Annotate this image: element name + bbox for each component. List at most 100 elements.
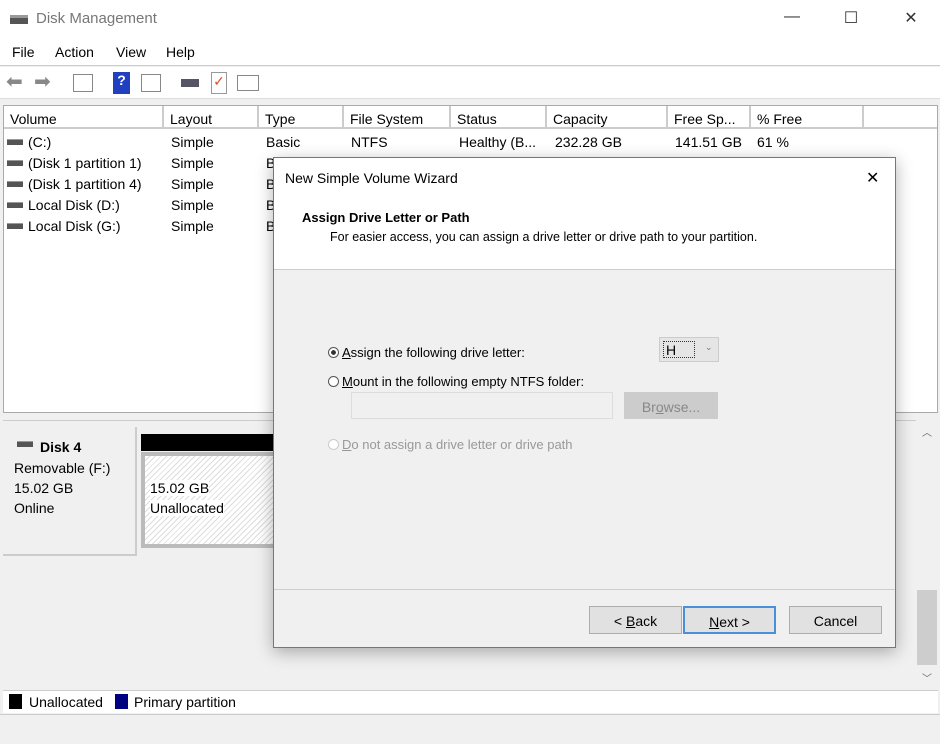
legend-primary-label: Primary partition: [134, 694, 236, 710]
check-icon[interactable]: ✓: [211, 72, 227, 94]
cell-volume: (C:): [28, 134, 52, 150]
next-button[interactable]: Next >: [683, 606, 776, 634]
cell-free: 141.51 GB: [675, 134, 742, 150]
drive-icon: [7, 160, 23, 166]
disk-kind: Removable (F:): [14, 460, 111, 476]
cell-pct: 61 %: [757, 134, 789, 150]
maximize-button[interactable]: ☐: [836, 8, 866, 28]
cell-type: Basic: [266, 134, 301, 150]
cell-layout: Simple: [171, 176, 214, 192]
table-row[interactable]: (C:) Simple Basic NTFS Healthy (B... 232.28 G…: [4, 133, 934, 154]
title-bar: Disk Management — ☐ ✕: [0, 0, 940, 38]
back-button[interactable]: < Back: [589, 606, 682, 634]
unallocated-partition[interactable]: 15.02 GB Unallocated: [141, 452, 281, 548]
column-percent-free[interactable]: % Free: [751, 106, 864, 129]
menu-file[interactable]: File: [12, 44, 35, 60]
properties-list-icon[interactable]: [237, 75, 259, 91]
column-type[interactable]: Type: [259, 106, 344, 129]
unallocated-bar: [141, 434, 281, 451]
back-pre: <: [613, 613, 626, 629]
wizard-subheading: For easier access, you can assign a driv…: [330, 230, 758, 244]
wizard-header: New Simple Volume Wizard ✕ Assign Drive …: [274, 158, 895, 270]
column-empty: [864, 106, 937, 129]
option-label-post: ssign the following drive letter:: [350, 345, 525, 360]
drive-icon: [7, 181, 23, 187]
browse-post: wse...: [663, 399, 701, 415]
column-free-space[interactable]: Free Sp...: [668, 106, 751, 129]
disk-size: 15.02 GB: [14, 480, 74, 496]
column-capacity[interactable]: Capacity: [547, 106, 668, 129]
dialog-title: New Simple Volume Wizard: [285, 170, 458, 186]
wizard-heading: Assign Drive Letter or Path: [302, 210, 470, 225]
option-2[interactable]: Do not assign a drive letter or drive pa…: [328, 437, 573, 452]
radio-button[interactable]: [328, 439, 339, 450]
option-label-ul: M: [342, 374, 353, 389]
disk-icon: [17, 441, 33, 447]
legend-primary-swatch: [115, 694, 128, 709]
option-label-ul: D: [342, 437, 352, 452]
status-bar: [0, 714, 940, 744]
menu-bar: File Action View Help: [0, 38, 940, 66]
scrollbar-thumb[interactable]: [917, 590, 937, 665]
column-volume[interactable]: Volume: [4, 106, 164, 129]
browse-mnemonic: o: [655, 399, 664, 415]
cell-layout: Simple: [171, 155, 214, 171]
new-simple-volume-wizard: New Simple Volume Wizard ✕ Assign Drive …: [273, 157, 896, 648]
minimize-button[interactable]: —: [777, 8, 807, 26]
drive-letter-value: H: [663, 341, 695, 358]
option-0[interactable]: Assign the following drive letter:: [328, 345, 525, 360]
browse-button[interactable]: Browse...: [624, 392, 718, 419]
option-label-post: ount in the following empty NTFS folder:: [352, 374, 585, 389]
cell-status: Healthy (B...: [459, 134, 537, 150]
next-post: ext >: [719, 614, 750, 630]
disk-management-icon: [10, 11, 30, 27]
disk-4-info[interactable]: Disk 4 Removable (F:) 15.02 GB Online: [3, 427, 137, 556]
drive-icon: [7, 202, 23, 208]
option-1[interactable]: Mount in the following empty NTFS folder…: [328, 374, 584, 389]
option-label-post: o not assign a drive letter or drive pat…: [351, 437, 573, 452]
folder-path-input[interactable]: [351, 392, 613, 419]
chevron-down-icon: ⌄: [705, 342, 713, 352]
radio-button[interactable]: [328, 376, 339, 387]
cell-capacity: 232.28 GB: [555, 134, 622, 150]
menu-view[interactable]: View: [116, 44, 146, 60]
legend-unallocated-label: Unallocated: [29, 694, 103, 710]
radio-button[interactable]: [328, 347, 339, 358]
console-tree-icon[interactable]: [73, 74, 93, 92]
menu-action[interactable]: Action: [55, 44, 94, 60]
cell-layout: Simple: [171, 134, 214, 150]
toolbar: ⬅ ➡ ? ✓: [0, 67, 940, 99]
drive-icon: [7, 139, 23, 145]
action-pane-icon[interactable]: [141, 74, 161, 92]
drive-letter-select[interactable]: H ⌄: [659, 337, 719, 362]
forward-icon[interactable]: ➡: [34, 69, 56, 93]
footer-divider: [274, 589, 895, 590]
cell-layout: Simple: [171, 218, 214, 234]
cell-volume: (Disk 1 partition 1): [28, 155, 142, 171]
scroll-up-icon[interactable]: ︿: [922, 424, 932, 439]
menu-help[interactable]: Help: [166, 44, 195, 60]
cell-volume: Local Disk (D:): [28, 197, 120, 213]
help-icon[interactable]: ?: [113, 72, 130, 94]
disk-state: Online: [14, 500, 55, 516]
back-post: ack: [635, 613, 658, 629]
partition-label: Unallocated: [150, 500, 224, 516]
next-mnemonic: N: [709, 614, 720, 630]
disk-name: Disk 4: [40, 439, 82, 455]
scroll-down-icon[interactable]: ﹀: [922, 670, 932, 685]
dialog-close-button[interactable]: ✕: [866, 168, 879, 188]
column-status[interactable]: Status: [451, 106, 547, 129]
close-button[interactable]: ✕: [896, 8, 926, 28]
cell-volume: (Disk 1 partition 4): [28, 176, 142, 192]
cancel-button[interactable]: Cancel: [789, 606, 882, 634]
connect-disk-icon[interactable]: [181, 79, 199, 87]
legend: Unallocated Primary partition: [3, 690, 938, 713]
column-file-system[interactable]: File System: [344, 106, 451, 129]
column-layout[interactable]: Layout: [164, 106, 259, 129]
back-mnemonic: B: [625, 613, 636, 629]
cell-volume: Local Disk (G:): [28, 218, 121, 234]
back-icon[interactable]: ⬅: [6, 69, 28, 93]
cell-fs: NTFS: [351, 134, 388, 150]
browse-pre: Br: [641, 399, 656, 415]
legend-unallocated-swatch: [9, 694, 22, 709]
